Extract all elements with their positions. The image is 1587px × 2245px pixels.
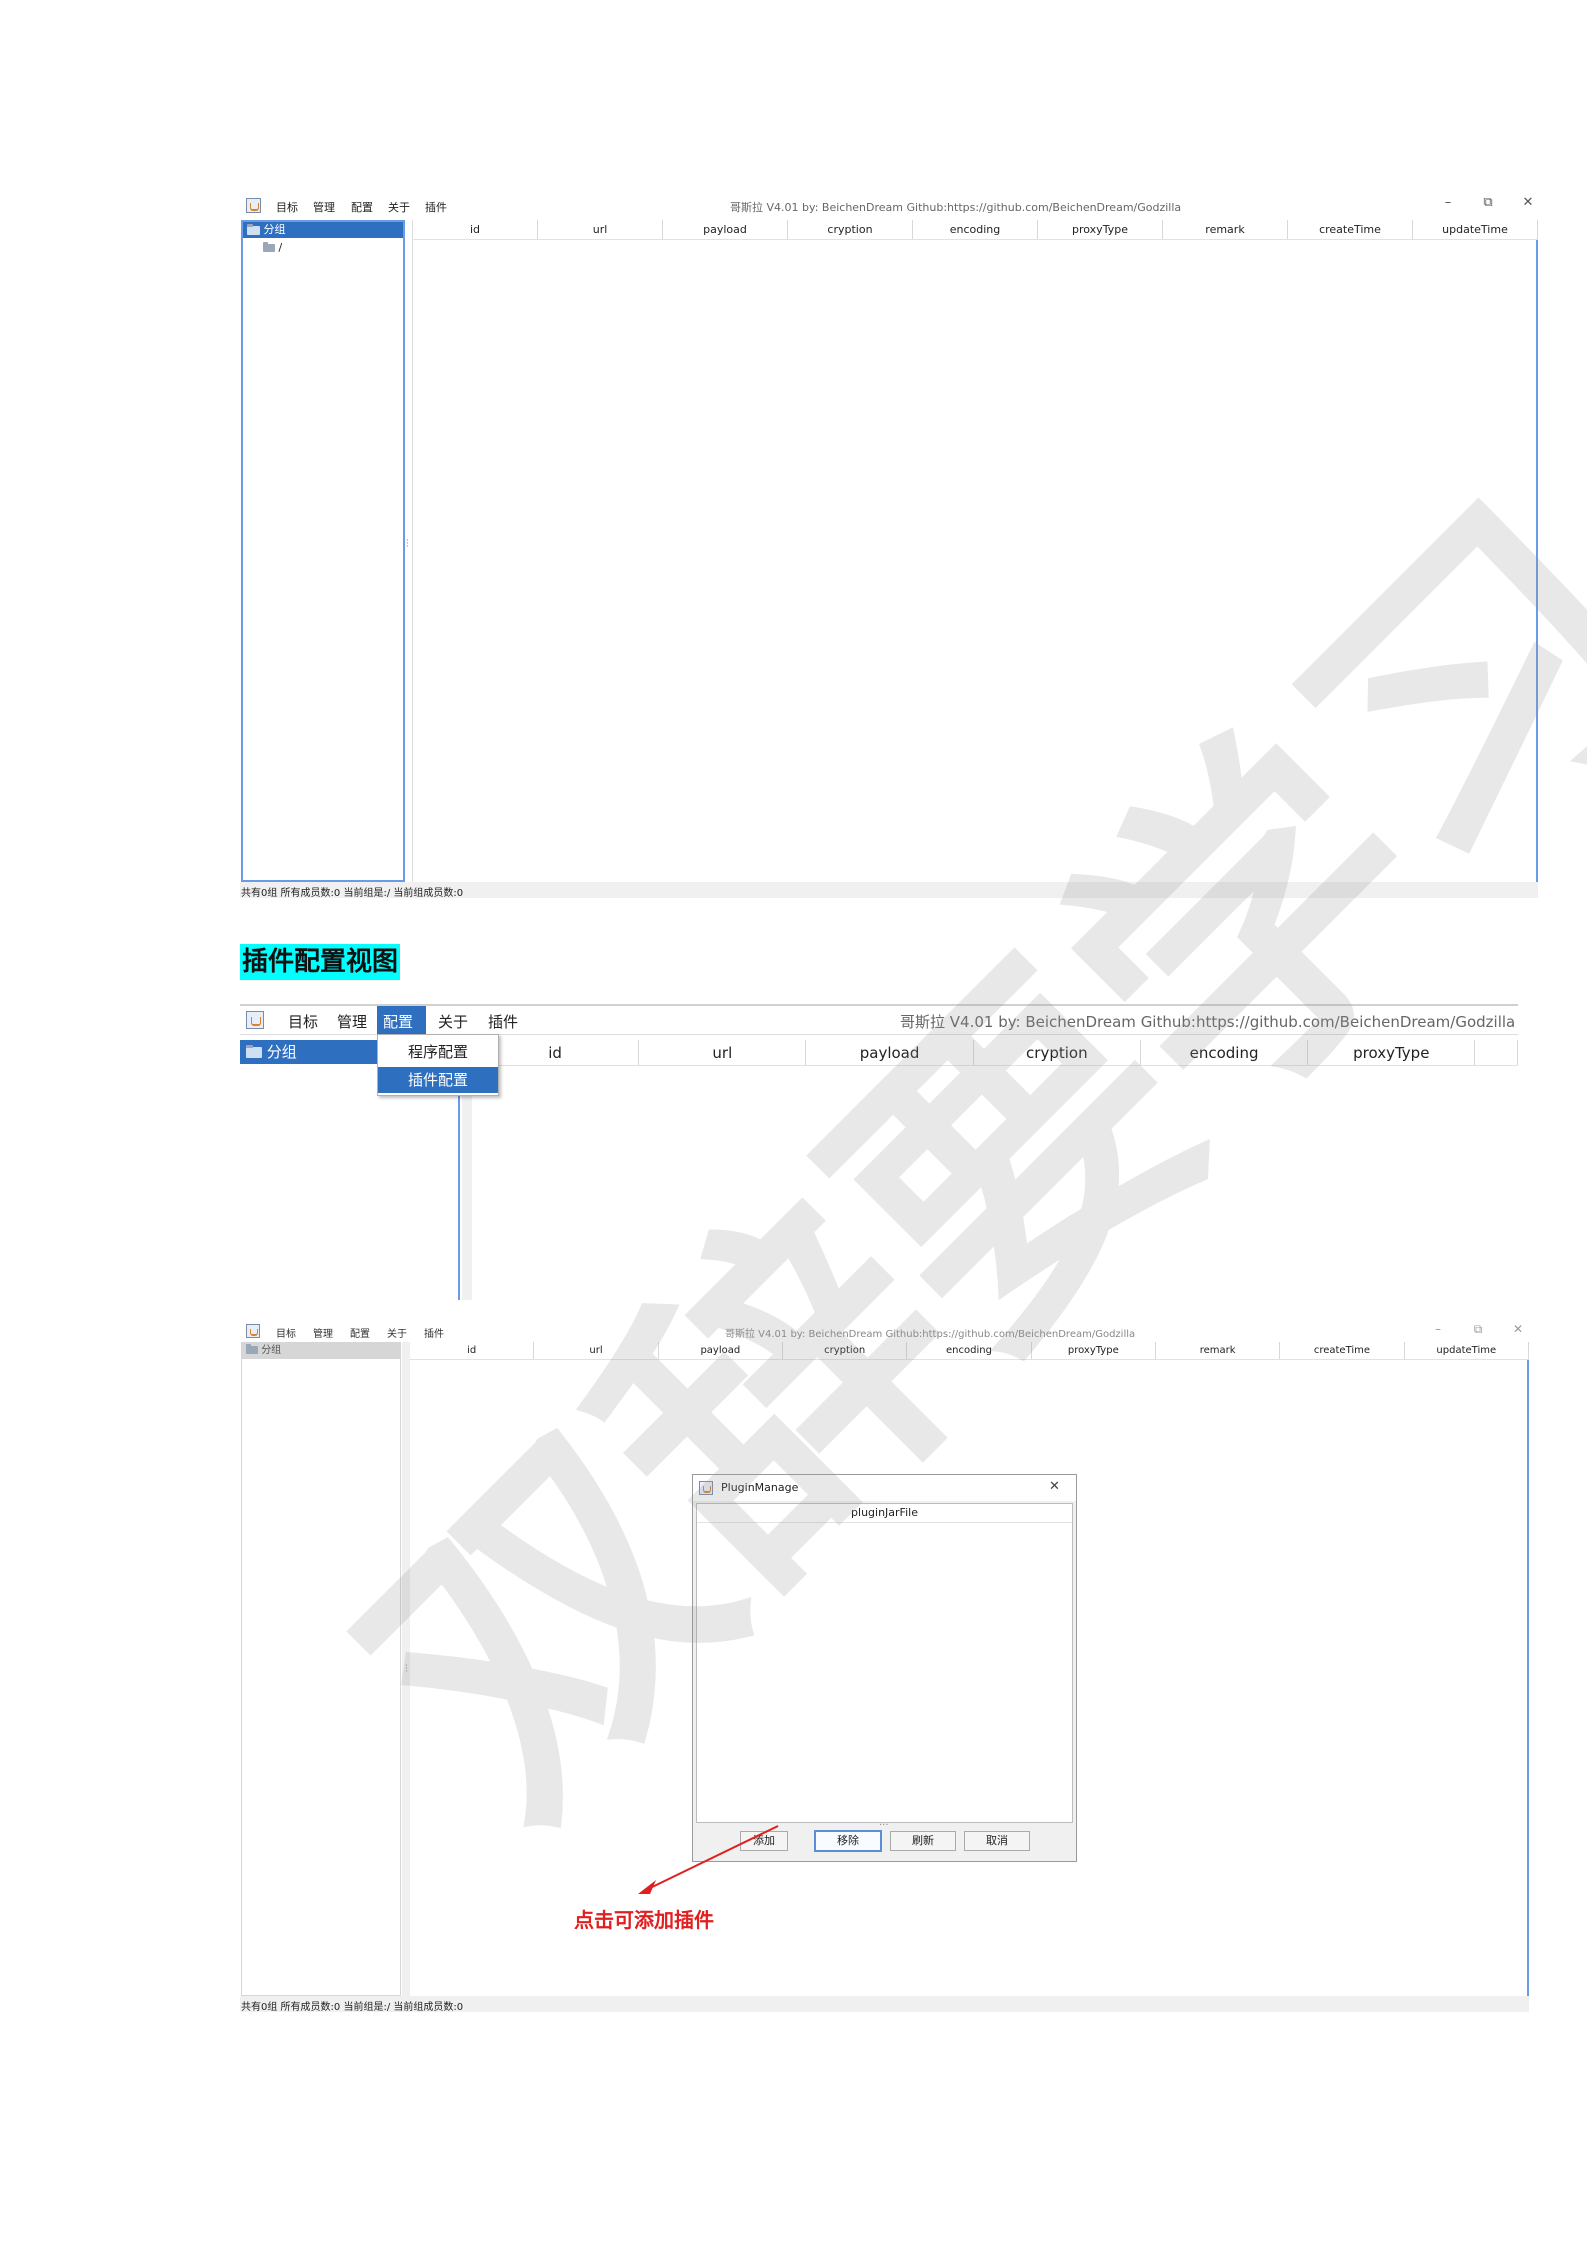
folder-icon: [263, 242, 275, 252]
close-icon[interactable]: ✕: [1508, 1322, 1528, 1336]
menu-config-label: 配置: [383, 1013, 414, 1031]
menu-about[interactable]: 关于: [438, 1011, 468, 1032]
group-tree[interactable]: 分组 /: [241, 220, 405, 882]
column-header[interactable]: url: [534, 1342, 659, 1359]
tree-root[interactable]: 分组: [242, 1343, 400, 1359]
java-app-icon[interactable]: [246, 1324, 260, 1338]
column-header[interactable]: encoding: [913, 220, 1038, 239]
shell-table-header: id url payload cryption encoding proxyTy…: [412, 220, 1538, 240]
shell-table-body[interactable]: [412, 240, 1538, 882]
column-header[interactable]: updateTime: [1405, 1342, 1529, 1359]
menu-config-active[interactable]: 配置: [377, 1006, 426, 1034]
column-header[interactable]: proxyType: [1308, 1040, 1476, 1065]
java-app-icon: [699, 1481, 713, 1495]
tree-root-label: 分组: [263, 223, 286, 236]
shell-table-header: id url payload cryption encoding proxyTy…: [472, 1040, 1518, 1066]
split-handle[interactable]: · · ·: [405, 1662, 408, 1677]
godzilla-window-1: 目标 管理 配置 关于 插件 哥斯拉 V4.01 by: BeichenDrea…: [240, 192, 1538, 899]
godzilla-window-2: 哥斯拉 V4.01 by: BeichenDream Github:https:…: [240, 1004, 1518, 1300]
column-header[interactable]: cryption: [788, 220, 913, 239]
menu-manage[interactable]: 管理: [337, 1011, 367, 1032]
close-icon[interactable]: ✕: [1518, 195, 1538, 210]
annotation-arrow: [638, 1825, 779, 1894]
tree-child-label: /: [278, 241, 283, 254]
java-app-icon[interactable]: [246, 1011, 264, 1029]
column-header[interactable]: createTime: [1288, 220, 1413, 239]
restore-icon[interactable]: ⧉: [1478, 195, 1498, 210]
tree-root-label: 分组: [261, 1345, 282, 1356]
column-header[interactable]: id: [413, 220, 538, 239]
dropdown-item-label: 插件配置: [407, 1071, 468, 1089]
menu-about[interactable]: 关于: [388, 199, 410, 215]
menu-about[interactable]: 关于: [387, 1325, 407, 1340]
column-header[interactable]: remark: [1156, 1342, 1281, 1359]
title-bar: 哥斯拉 V4.01 by: BeichenDream Github:https:…: [240, 1006, 1518, 1034]
dropdown-item-plugin-config[interactable]: 插件配置: [378, 1067, 498, 1093]
column-header[interactable]: payload: [806, 1040, 974, 1065]
window-title: 哥斯拉 V4.01 by: BeichenDream Github:https:…: [900, 1013, 1516, 1031]
menu-plugin[interactable]: 插件: [424, 1325, 444, 1340]
title-bar: 目标 管理 配置 关于 插件 哥斯拉 V4.01 by: BeichenDrea…: [240, 1320, 1529, 1342]
column-header[interactable]: proxyType: [1038, 220, 1163, 239]
column-header[interactable]: encoding: [1141, 1040, 1309, 1065]
annotation-text: 点击可添加插件: [574, 1908, 714, 1932]
section-heading: 插件配置视图: [240, 944, 401, 980]
menu-config[interactable]: 配置: [351, 199, 373, 215]
tree-child[interactable]: /: [263, 241, 282, 254]
dialog-title-bar: PluginManage ✕: [693, 1475, 1076, 1501]
folder-icon: [246, 1344, 258, 1354]
column-header[interactable]: encoding: [907, 1342, 1032, 1359]
plugin-manage-dialog: PluginManage ✕ pluginJarFile ··· 添加 移除 刷…: [692, 1474, 1077, 1862]
restore-icon[interactable]: ⧉: [1468, 1322, 1488, 1337]
menu-manage[interactable]: 管理: [313, 199, 335, 215]
title-bar: 目标 管理 配置 关于 插件 哥斯拉 V4.01 by: BeichenDrea…: [240, 192, 1538, 220]
godzilla-window-3: 目标 管理 配置 关于 插件 哥斯拉 V4.01 by: BeichenDrea…: [240, 1320, 1529, 2013]
plugin-table-header[interactable]: pluginJarFile: [697, 1504, 1072, 1523]
split-handle[interactable]: · · ·: [406, 537, 409, 552]
column-header[interactable]: payload: [659, 1342, 783, 1359]
column-header[interactable]: cryption: [783, 1342, 908, 1359]
close-icon[interactable]: ✕: [1049, 1479, 1060, 1494]
menu-config[interactable]: 配置: [350, 1325, 370, 1340]
column-header[interactable]: cryption: [974, 1040, 1141, 1065]
menu-target[interactable]: 目标: [276, 1325, 296, 1340]
dialog-title: PluginManage: [721, 1481, 799, 1494]
java-app-icon[interactable]: [246, 198, 261, 213]
column-header[interactable]: url: [538, 220, 663, 239]
tree-root-selected[interactable]: 分组: [243, 222, 403, 238]
column-header[interactable]: payload: [663, 220, 788, 239]
column-header[interactable]: proxyType: [1032, 1342, 1156, 1359]
plugin-table[interactable]: pluginJarFile: [696, 1503, 1073, 1823]
window-title: 哥斯拉 V4.01 by: BeichenDream Github:https:…: [730, 201, 1182, 214]
column-header-partial: [1475, 1040, 1518, 1065]
menu-target[interactable]: 目标: [288, 1011, 318, 1032]
menu-plugin[interactable]: 插件: [488, 1011, 518, 1032]
status-bar: 共有0组 所有成员数:0 当前组是:/ 当前组成员数:0: [241, 2002, 464, 2013]
group-tree[interactable]: 分组: [241, 1342, 401, 1996]
menu-manage[interactable]: 管理: [313, 1325, 333, 1340]
folder-icon: [246, 1045, 262, 1058]
column-header: pluginJarFile: [851, 1506, 918, 1519]
column-header[interactable]: url: [639, 1040, 807, 1065]
remove-button[interactable]: 移除: [814, 1830, 882, 1852]
section-heading-text: 插件配置视图: [242, 947, 399, 977]
minimize-icon[interactable]: –: [1428, 1322, 1448, 1336]
folder-open-icon: [247, 223, 260, 235]
tree-root-label: 分组: [266, 1043, 297, 1061]
minimize-icon[interactable]: –: [1438, 195, 1458, 210]
cancel-button[interactable]: 取消: [964, 1831, 1030, 1851]
column-header[interactable]: id: [410, 1342, 535, 1359]
window-title: 哥斯拉 V4.01 by: BeichenDream Github:https:…: [725, 1329, 1136, 1340]
column-header[interactable]: updateTime: [1413, 220, 1538, 239]
status-bar: 共有0组 所有成员数:0 当前组是:/ 当前组成员数:0: [241, 888, 464, 899]
shell-table-header: id url payload cryption encoding proxyTy…: [410, 1342, 1529, 1360]
column-header[interactable]: createTime: [1280, 1342, 1405, 1359]
refresh-button[interactable]: 刷新: [890, 1831, 956, 1851]
dropdown-item-program-config[interactable]: 程序配置: [378, 1039, 498, 1065]
config-dropdown: 程序配置 插件配置: [377, 1034, 499, 1096]
menu-plugin[interactable]: 插件: [425, 199, 447, 215]
dropdown-item-label: 程序配置: [407, 1043, 468, 1061]
column-header[interactable]: remark: [1163, 220, 1288, 239]
menu-target[interactable]: 目标: [276, 199, 298, 215]
